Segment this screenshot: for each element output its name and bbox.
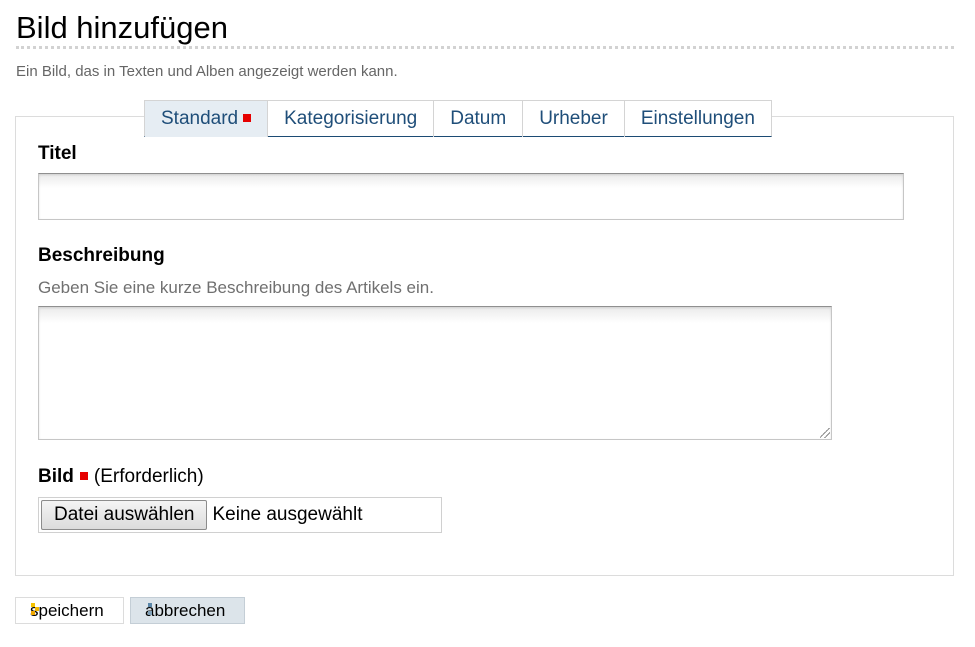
tab-urheber[interactable]: Urheber (523, 101, 625, 137)
save-arrow-icon (31, 603, 40, 619)
title-label: Titel (38, 143, 77, 164)
image-label: Bild (Erforderlich) (38, 466, 204, 488)
resize-grip-icon[interactable] (820, 428, 830, 438)
description-hint: Geben Sie eine kurze Beschreibung des Ar… (38, 278, 434, 297)
cancel-button[interactable]: abbrechen (130, 597, 245, 624)
required-marker-icon (243, 113, 252, 122)
tab-einstellungen[interactable]: Einstellungen (625, 101, 771, 137)
title-divider (16, 46, 954, 49)
choose-file-button[interactable]: Datei auswählen (41, 500, 208, 530)
required-marker-icon (79, 471, 88, 480)
save-button-label: speichern (30, 601, 104, 620)
image-label-text: Bild (38, 466, 74, 487)
description-textarea[interactable] (38, 306, 832, 440)
page-title: Bild hinzufügen (16, 10, 228, 45)
tab-datum[interactable]: Datum (434, 101, 524, 137)
cancel-button-label: abbrechen (145, 601, 226, 620)
description-label: Beschreibung (38, 245, 165, 266)
save-button[interactable]: speichern (15, 597, 124, 624)
file-picker: Datei auswählen Keine ausgewählt (38, 497, 442, 533)
cancel-icon (146, 603, 155, 619)
tab-standard[interactable]: Standard (145, 101, 269, 137)
title-input[interactable] (38, 173, 904, 220)
required-text: (Erforderlich) (93, 466, 204, 487)
page-subtitle: Ein Bild, das in Texten und Alben angeze… (16, 63, 398, 80)
tab-standard-label: Standard (161, 108, 239, 129)
tab-bar: Standard Kategorisierung Datum Urheber E… (144, 100, 772, 137)
file-status-text: Keine ausgewählt (212, 504, 363, 525)
tab-kategorisierung[interactable]: Kategorisierung (268, 101, 435, 137)
